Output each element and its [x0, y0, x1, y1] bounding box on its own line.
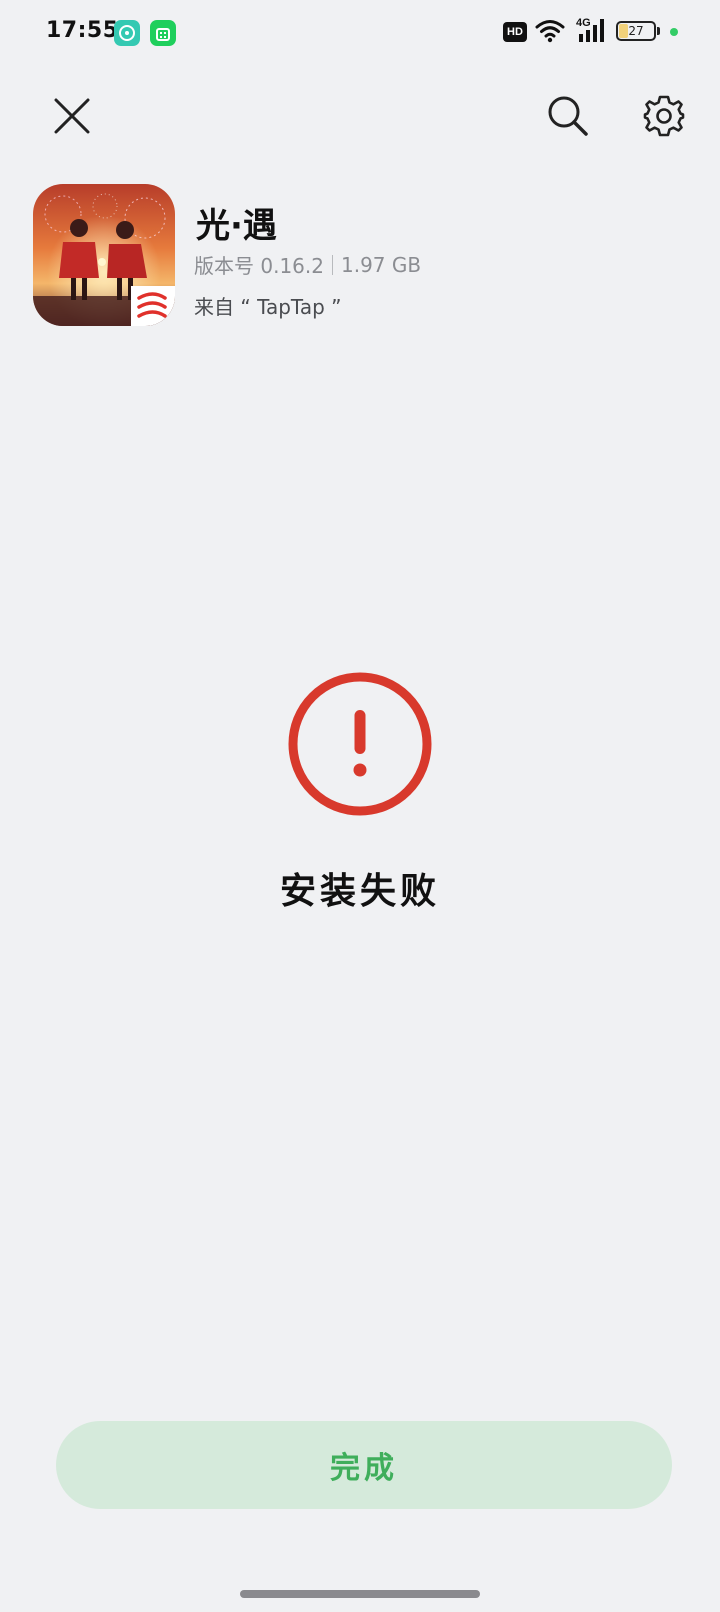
- app-name: 光·遇: [196, 206, 277, 246]
- status-time: 17:55: [46, 18, 119, 43]
- gear-icon: [643, 95, 685, 137]
- search-button[interactable]: [538, 86, 598, 146]
- battery-level: 27: [628, 24, 644, 38]
- app-meta: 版本号 0.16.2 1.97 GB: [194, 250, 421, 279]
- notification-store-icon: [150, 20, 176, 46]
- app-version: 版本号 0.16.2: [194, 254, 324, 278]
- meta-divider: [331, 254, 333, 275]
- privacy-indicator-dot: [670, 28, 678, 36]
- app-source: 来自 “ TapTap ”: [194, 295, 342, 319]
- hd-icon: HD: [503, 22, 527, 42]
- app-icon: [33, 184, 175, 326]
- install-status-message: 安装失败: [279, 871, 440, 912]
- network-type-label: 4G: [576, 17, 591, 29]
- home-indicator[interactable]: [240, 1590, 480, 1598]
- status-bar: 17:55 HD 4G 27: [0, 0, 720, 64]
- notification-app-icon: [114, 20, 140, 46]
- done-button[interactable]: 完成: [56, 1421, 672, 1509]
- close-icon: [54, 98, 90, 134]
- battery-icon: 27: [616, 21, 656, 41]
- battery-tip: [657, 27, 660, 35]
- signal-icon: 4G: [576, 16, 610, 48]
- error-icon: [286, 670, 434, 822]
- search-icon: [548, 96, 588, 136]
- settings-button[interactable]: [634, 86, 694, 146]
- close-button[interactable]: [42, 86, 102, 146]
- app-size: 1.97 GB: [340, 252, 422, 277]
- wifi-icon: [535, 18, 565, 48]
